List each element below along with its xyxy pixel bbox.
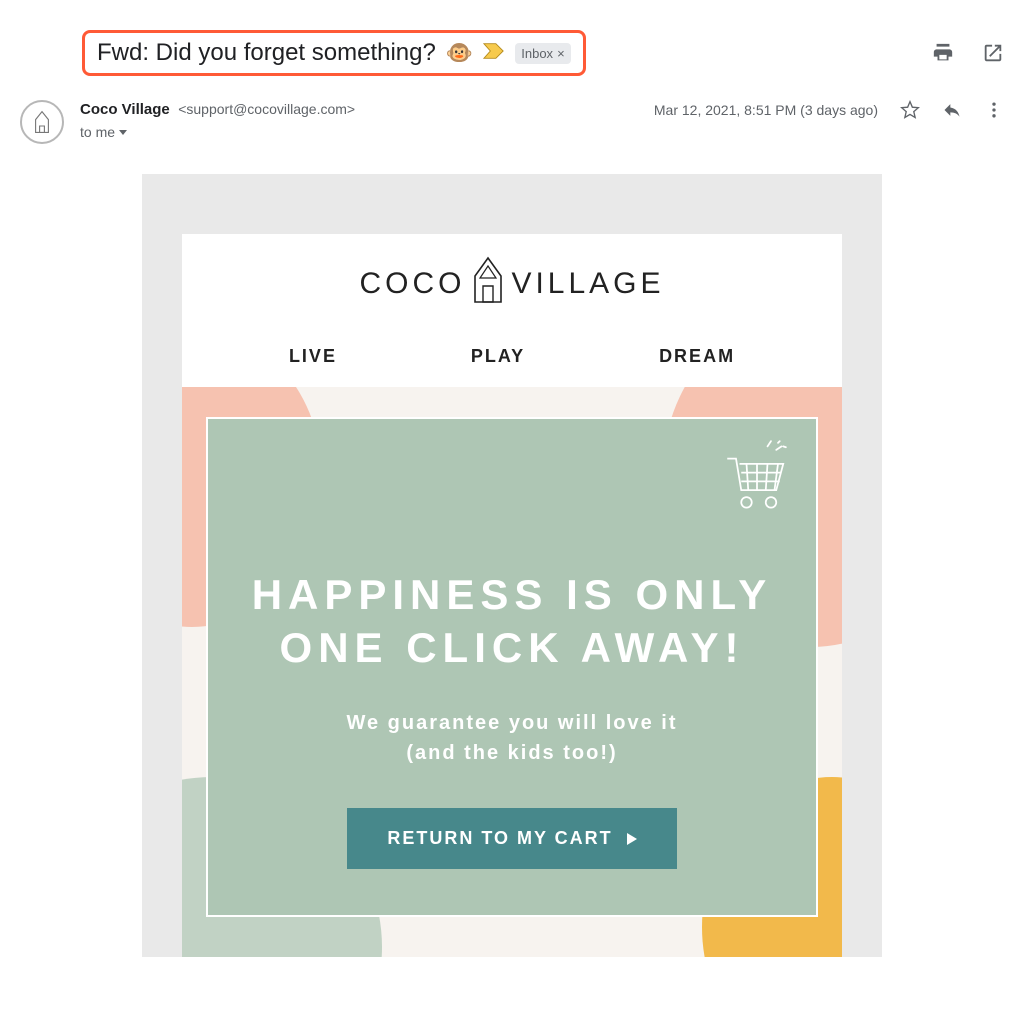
subject-actions bbox=[932, 42, 1004, 64]
hero-title: HAPPINESS IS ONLY ONE CLICK AWAY! bbox=[238, 569, 786, 674]
email-body-inner: COCO VILLAGE LIVE PLAY DREAM bbox=[182, 234, 842, 957]
remove-label-icon[interactable]: × bbox=[557, 47, 565, 60]
chevron-right-icon bbox=[627, 833, 637, 845]
nav-dream[interactable]: DREAM bbox=[659, 346, 735, 367]
subject-highlight-box: Fwd: Did you forget something? 🐵 Inbox × bbox=[82, 30, 586, 76]
open-new-window-icon[interactable] bbox=[982, 42, 1004, 64]
logo-text-left: COCO bbox=[359, 267, 465, 301]
sender-name: Coco Village bbox=[80, 101, 170, 118]
more-menu-icon[interactable] bbox=[984, 100, 1004, 120]
importance-marker-icon[interactable] bbox=[483, 42, 505, 65]
star-icon[interactable] bbox=[900, 100, 920, 120]
monkey-emoji: 🐵 bbox=[446, 40, 473, 66]
logo-text-right: VILLAGE bbox=[511, 267, 664, 301]
hero-title-line1: HAPPINESS IS ONLY bbox=[238, 569, 786, 622]
nav-play[interactable]: PLAY bbox=[471, 346, 525, 367]
email-body-outer: COCO VILLAGE LIVE PLAY DREAM bbox=[142, 174, 882, 957]
hero-section: HAPPINESS IS ONLY ONE CLICK AWAY! We gua… bbox=[182, 387, 842, 957]
inbox-label-chip[interactable]: Inbox × bbox=[515, 43, 570, 64]
print-icon[interactable] bbox=[932, 42, 954, 64]
hero-subtitle: We guarantee you will love it (and the k… bbox=[238, 708, 786, 768]
nav-row: LIVE PLAY DREAM bbox=[182, 330, 842, 387]
sender-row: Coco Village <support@cocovillage.com> M… bbox=[20, 100, 1004, 144]
hero-card: HAPPINESS IS ONLY ONE CLICK AWAY! We gua… bbox=[206, 417, 818, 917]
hero-sub-line2: (and the kids too!) bbox=[238, 738, 786, 768]
label-text: Inbox bbox=[521, 46, 553, 61]
cta-label: RETURN TO MY CART bbox=[387, 828, 612, 849]
reply-icon[interactable] bbox=[942, 100, 962, 120]
sender-avatar[interactable] bbox=[20, 100, 64, 144]
subject-row: Fwd: Did you forget something? 🐵 Inbox × bbox=[82, 30, 1004, 76]
house-icon bbox=[471, 256, 505, 312]
recipient-text: to me bbox=[80, 124, 115, 140]
email-subject: Fwd: Did you forget something? bbox=[97, 39, 436, 67]
brand-logo[interactable]: COCO VILLAGE bbox=[182, 234, 842, 330]
nav-live[interactable]: LIVE bbox=[289, 346, 337, 367]
expand-details-icon[interactable] bbox=[119, 130, 127, 135]
return-to-cart-button[interactable]: RETURN TO MY CART bbox=[347, 808, 676, 869]
recipient-line[interactable]: to me bbox=[80, 124, 1004, 140]
hero-sub-line1: We guarantee you will love it bbox=[238, 708, 786, 738]
cart-icon bbox=[722, 437, 792, 522]
hero-title-line2: ONE CLICK AWAY! bbox=[238, 622, 786, 675]
email-date: Mar 12, 2021, 8:51 PM (3 days ago) bbox=[654, 102, 878, 118]
sender-email: <support@cocovillage.com> bbox=[178, 101, 355, 117]
